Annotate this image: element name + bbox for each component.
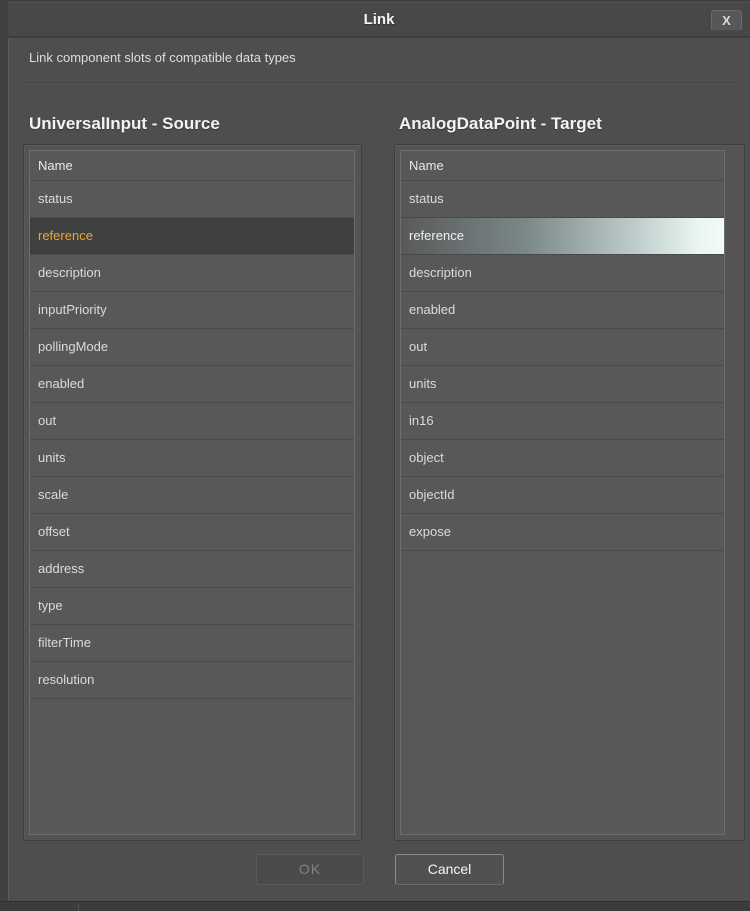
- source-column-header: Name: [30, 151, 354, 181]
- subtitle-divider: [23, 82, 736, 84]
- slot-row-scale[interactable]: scale: [30, 477, 354, 514]
- target-row-container: statusreferencedescriptionenabledoutunit…: [401, 181, 724, 551]
- dialog-title: Link: [8, 3, 750, 36]
- slot-row-description[interactable]: description: [401, 255, 724, 292]
- target-slot-table: Name statusreferencedescriptionenabledou…: [400, 150, 725, 835]
- slot-row-status[interactable]: status: [401, 181, 724, 218]
- slot-row-reference[interactable]: reference: [30, 218, 354, 255]
- slot-row-filterTime[interactable]: filterTime: [30, 625, 354, 662]
- slot-row-description[interactable]: description: [30, 255, 354, 292]
- slot-row-object[interactable]: object: [401, 440, 724, 477]
- slot-row-offset[interactable]: offset: [30, 514, 354, 551]
- slot-row-out[interactable]: out: [401, 329, 724, 366]
- slot-row-units[interactable]: units: [401, 366, 724, 403]
- target-slot-panel: Name statusreferencedescriptionenabledou…: [394, 144, 745, 841]
- background-app-strip: [0, 901, 750, 911]
- source-slot-table: Name statusreferencedescriptioninputPrio…: [29, 150, 355, 835]
- target-panel-title: AnalogDataPoint - Target: [399, 114, 602, 134]
- slot-row-enabled[interactable]: enabled: [401, 292, 724, 329]
- dialog-titlebar[interactable]: Link X: [8, 2, 750, 37]
- dialog-content: Link component slots of compatible data …: [8, 38, 750, 901]
- slot-row-type[interactable]: type: [30, 588, 354, 625]
- slot-row-address[interactable]: address: [30, 551, 354, 588]
- source-slot-panel: Name statusreferencedescriptioninputPrio…: [23, 144, 362, 841]
- slot-row-enabled[interactable]: enabled: [30, 366, 354, 403]
- slot-row-in16[interactable]: in16: [401, 403, 724, 440]
- slot-row-units[interactable]: units: [30, 440, 354, 477]
- link-dialog: Link X Link component slots of compatibl…: [8, 2, 750, 901]
- close-icon[interactable]: X: [711, 10, 742, 31]
- source-row-container: statusreferencedescriptioninputPriorityp…: [30, 181, 354, 699]
- dialog-subtitle: Link component slots of compatible data …: [29, 50, 296, 65]
- background-app-divider: [78, 903, 79, 911]
- slot-row-pollingMode[interactable]: pollingMode: [30, 329, 354, 366]
- slot-row-status[interactable]: status: [30, 181, 354, 218]
- slot-row-expose[interactable]: expose: [401, 514, 724, 551]
- slot-row-objectId[interactable]: objectId: [401, 477, 724, 514]
- source-panel-title: UniversalInput - Source: [29, 114, 220, 134]
- slot-row-inputPriority[interactable]: inputPriority: [30, 292, 354, 329]
- target-column-header: Name: [401, 151, 724, 181]
- ok-button[interactable]: OK: [256, 854, 364, 885]
- slot-row-resolution[interactable]: resolution: [30, 662, 354, 699]
- slot-row-reference[interactable]: reference: [401, 218, 724, 255]
- cancel-button[interactable]: Cancel: [395, 854, 504, 885]
- slot-row-out[interactable]: out: [30, 403, 354, 440]
